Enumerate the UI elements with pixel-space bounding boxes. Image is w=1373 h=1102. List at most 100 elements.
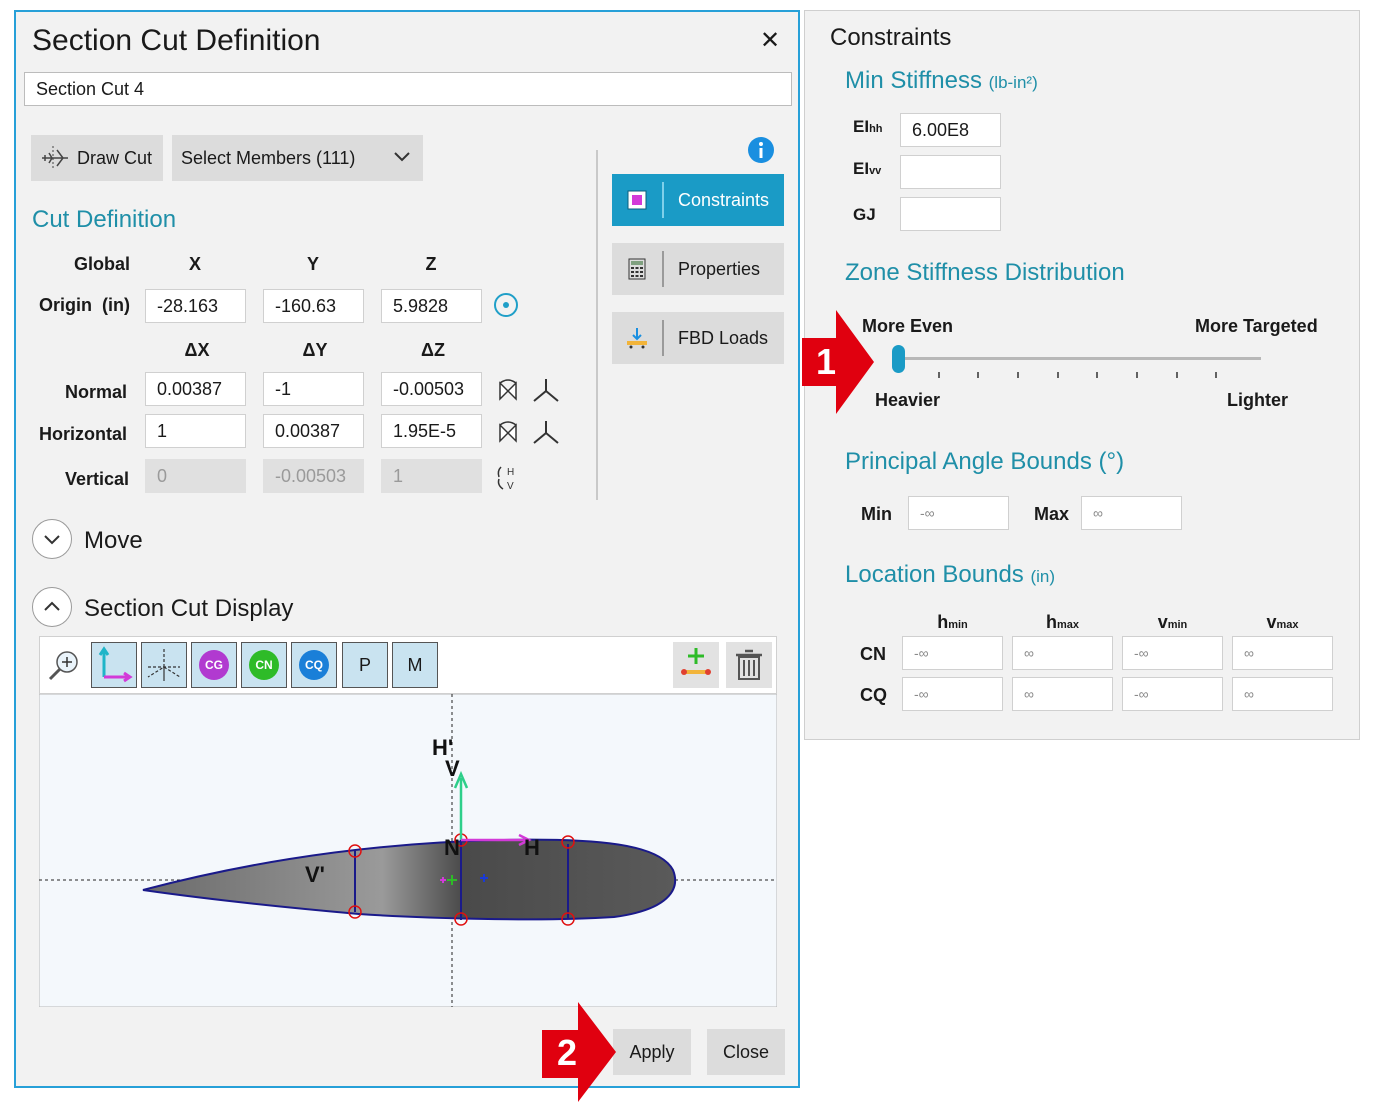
gj-input[interactable] xyxy=(900,197,1001,231)
axis-triad-icon[interactable] xyxy=(530,375,562,405)
zone-slider-thumb[interactable] xyxy=(892,345,905,373)
more-targeted-label: More Targeted xyxy=(1195,316,1318,336)
vertical-dx-input: 0 xyxy=(145,459,246,493)
global-axes-toggle[interactable] xyxy=(141,642,187,688)
draw-cut-button[interactable]: Draw Cut xyxy=(31,135,163,181)
plane-cut-icon xyxy=(42,146,68,170)
cq-toggle[interactable]: CQ xyxy=(291,642,337,688)
cq-vmin-input[interactable]: -∞ xyxy=(1122,677,1223,711)
target-pick-icon[interactable] xyxy=(492,291,520,319)
flip-normal-icon[interactable] xyxy=(496,379,520,403)
angle-min-input[interactable]: -∞ xyxy=(908,496,1009,530)
hmin-header: hmin xyxy=(937,612,968,632)
y-header: Y xyxy=(306,254,319,274)
properties-tab-button[interactable]: Properties xyxy=(612,243,784,295)
vertical-dy-input: -0.00503 xyxy=(263,459,364,493)
fbd-loads-icon xyxy=(627,328,647,349)
constraints-tab-button[interactable]: Constraints xyxy=(612,174,784,226)
select-members-label: Select Members (111) xyxy=(181,147,356,168)
cq-hmin-input[interactable]: -∞ xyxy=(902,677,1003,711)
cn-vmax-input[interactable]: ∞ xyxy=(1232,636,1333,670)
constraints-title: Constraints xyxy=(830,24,952,51)
delete-button[interactable] xyxy=(726,642,772,688)
zone-stiffness-heading: Zone Stiffness Distribution xyxy=(845,259,1125,286)
cn-toggle[interactable]: CN xyxy=(241,642,287,688)
svg-text:H: H xyxy=(507,467,514,478)
apply-button[interactable]: Apply xyxy=(613,1029,691,1075)
v-label: V xyxy=(445,756,460,781)
select-members-dropdown[interactable]: Select Members (111) xyxy=(172,135,423,181)
horizontal-dz-input[interactable]: 1.95E-5 xyxy=(381,414,482,448)
location-bounds-heading: Location Bounds (in) xyxy=(845,561,1056,588)
global-label: Global xyxy=(74,254,131,274)
zone-slider-track[interactable] xyxy=(897,357,1261,360)
origin-x-input[interactable]: -28.163 xyxy=(145,289,246,323)
cq-icon: CQ xyxy=(299,650,329,680)
horizontal-label: Horizontal xyxy=(39,424,127,444)
angle-max-input[interactable]: ∞ xyxy=(1081,496,1182,530)
cn-hmin-input[interactable]: -∞ xyxy=(902,636,1003,670)
eivv-label: EIvv xyxy=(853,159,882,178)
origin-y-input[interactable]: -160.63 xyxy=(263,289,364,323)
vmax-header: vmax xyxy=(1266,612,1299,632)
h-label: H xyxy=(524,835,540,860)
vmin-header: vmin xyxy=(1157,612,1188,632)
move-expand-toggle[interactable] xyxy=(32,519,72,559)
add-zone-button[interactable] xyxy=(673,642,719,688)
eivv-input[interactable] xyxy=(900,155,1001,189)
horizontal-dy-input[interactable]: 0.00387 xyxy=(263,414,364,448)
vertical-dz-input: 1 xyxy=(381,459,482,493)
normal-dy-input[interactable]: -1 xyxy=(263,372,364,406)
fbd-loads-tab-button[interactable]: FBD Loads xyxy=(612,312,784,364)
cq-vmax-input[interactable]: ∞ xyxy=(1232,677,1333,711)
zoom-icon[interactable] xyxy=(46,648,82,684)
local-axes-toggle[interactable] xyxy=(91,642,137,688)
callout-number-2: 2 xyxy=(556,1032,578,1073)
svg-text:V: V xyxy=(507,481,514,492)
fbd-loads-tab-label: FBD Loads xyxy=(678,327,769,348)
m-toggle[interactable]: M xyxy=(392,642,438,688)
cn-row-label: CN xyxy=(860,644,886,664)
axis-triad-icon-2[interactable] xyxy=(530,417,562,447)
angle-min-label: Min xyxy=(861,504,892,524)
cq-hmax-input[interactable]: ∞ xyxy=(1012,677,1113,711)
display-collapse-toggle[interactable] xyxy=(32,587,72,627)
cut-definition-heading: Cut Definition xyxy=(32,206,177,233)
min-stiffness-heading: Min Stiffness (lb-in²) xyxy=(845,67,1038,94)
dx-header: ΔX xyxy=(184,340,210,360)
close-button[interactable]: Close xyxy=(707,1029,785,1075)
move-section-label: Move xyxy=(84,527,143,554)
dy-header: ΔY xyxy=(302,340,328,360)
heavier-label: Heavier xyxy=(875,390,941,410)
normal-dz-input[interactable]: -0.00503 xyxy=(381,372,482,406)
principal-angle-heading: Principal Angle Bounds (°) xyxy=(845,448,1125,475)
side-divider xyxy=(596,150,598,500)
v-prime-label: V' xyxy=(305,862,325,887)
origin-label: Origin (in) xyxy=(39,295,130,315)
dz-header: ΔZ xyxy=(421,340,445,360)
swap-hv-icon[interactable]: HV xyxy=(495,463,523,493)
section-plot[interactable]: H' V V' N H xyxy=(39,694,777,1007)
close-icon[interactable]: ✕ xyxy=(760,26,780,55)
eihh-input[interactable]: 6.00E8 xyxy=(900,113,1001,147)
n-label: N xyxy=(444,835,460,860)
more-even-label: More Even xyxy=(862,316,954,336)
lighter-label: Lighter xyxy=(1227,390,1288,410)
eihh-label: EIhh xyxy=(853,117,883,136)
calculator-icon xyxy=(628,258,646,280)
horizontal-dx-input[interactable]: 1 xyxy=(145,414,246,448)
section-cut-name-input[interactable]: Section Cut 4 xyxy=(24,72,792,106)
cn-hmax-input[interactable]: ∞ xyxy=(1012,636,1113,670)
p-toggle[interactable]: P xyxy=(342,642,388,688)
cg-toggle[interactable]: CG xyxy=(191,642,237,688)
cn-vmin-input[interactable]: -∞ xyxy=(1122,636,1223,670)
info-icon[interactable] xyxy=(747,136,775,164)
gj-label: GJ xyxy=(853,205,876,224)
draw-cut-label: Draw Cut xyxy=(77,147,153,168)
angle-max-label: Max xyxy=(1034,504,1070,524)
flip-horizontal-icon[interactable] xyxy=(496,421,520,445)
dialog-title: Section Cut Definition xyxy=(32,24,321,57)
origin-z-input[interactable]: 5.9828 xyxy=(381,289,482,323)
normal-dx-input[interactable]: 0.00387 xyxy=(145,372,246,406)
vertical-label: Vertical xyxy=(65,469,130,489)
